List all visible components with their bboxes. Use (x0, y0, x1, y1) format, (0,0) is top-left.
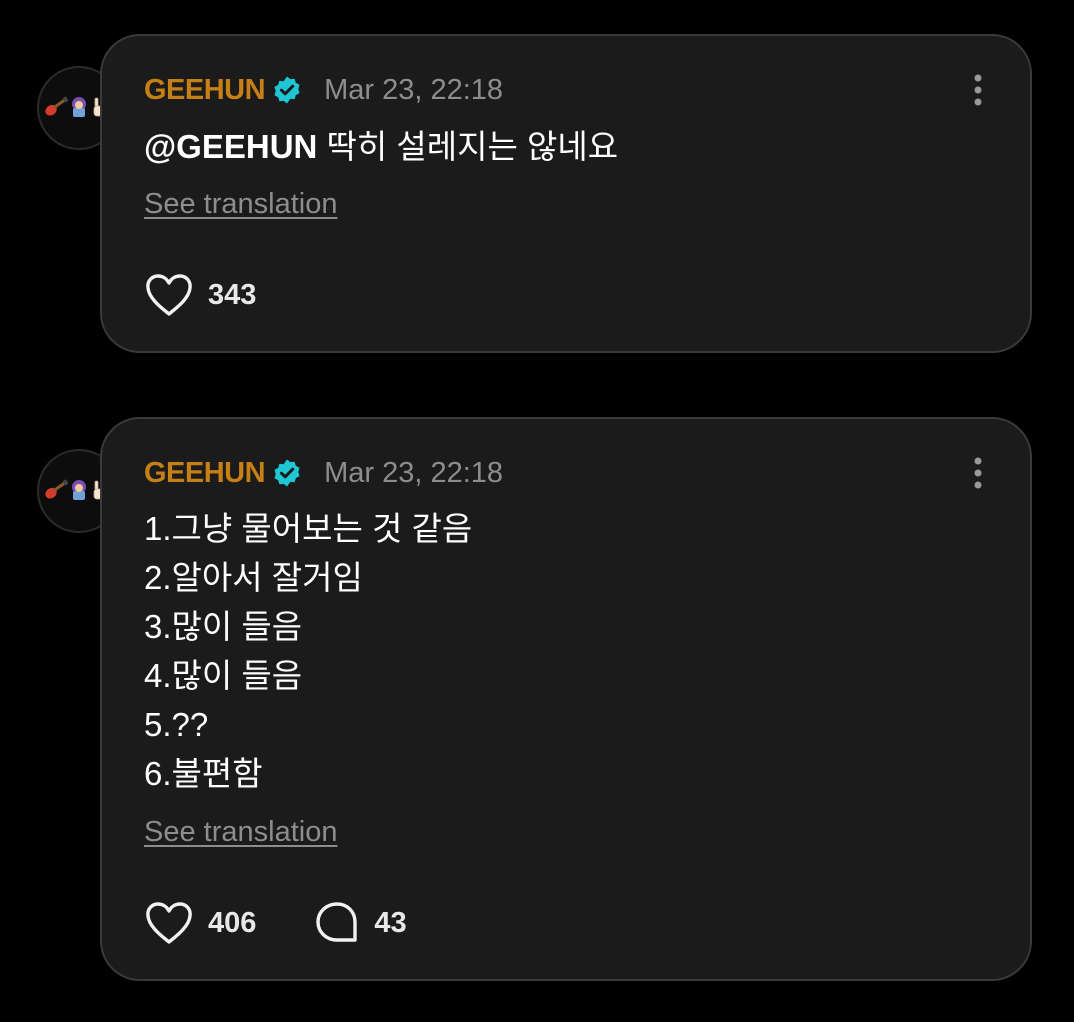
heart-outline-icon (146, 274, 192, 316)
post-header: GEEHUN Mar 23, 22:18 (144, 70, 503, 110)
post-text: @GEEHUN 딱히 설레지는 않네요 (144, 122, 618, 171)
see-translation-link[interactable]: See translation (144, 816, 337, 849)
post-card: GEEHUN Mar 23, 22:18 1.그냥 물어보는 것 같음 2.알아… (100, 417, 1032, 981)
post-line: 6.불편함 (144, 755, 263, 792)
post-line: 4.많이 들음 (144, 657, 303, 694)
like-button[interactable]: 343 (144, 272, 256, 318)
post-body: 딱히 설레지는 않네요 (317, 128, 619, 165)
like-count: 343 (208, 278, 257, 311)
post-line: 5.?? (144, 706, 209, 743)
username[interactable]: GEEHUN (144, 457, 266, 490)
comment-button[interactable]: 43 (314, 900, 407, 946)
verified-badge-icon (274, 76, 300, 104)
verified-badge-icon (274, 459, 300, 487)
post-line: 3.많이 들음 (144, 608, 303, 645)
more-vertical-icon[interactable] (964, 453, 992, 493)
comment-count: 43 (374, 906, 407, 939)
post-line: 2.알아서 잘거임 (144, 559, 363, 596)
comment-bubble-icon (316, 902, 358, 942)
post-timestamp: Mar 23, 22:18 (324, 456, 504, 489)
post-timestamp: Mar 23, 22:18 (324, 73, 504, 106)
post-header: GEEHUN Mar 23, 22:18 (144, 453, 503, 493)
post-line: 1.그냥 물어보는 것 같음 (144, 510, 473, 547)
post-card: GEEHUN Mar 23, 22:18 @GEEHUN 딱히 설레지는 않네요… (100, 34, 1032, 353)
heart-outline-icon (146, 902, 192, 944)
like-button[interactable]: 406 (144, 900, 256, 946)
more-vertical-icon[interactable] (964, 70, 992, 110)
like-count: 406 (208, 906, 257, 939)
post-actions: 343 (144, 271, 314, 319)
mention-link[interactable]: @GEEHUN (144, 128, 317, 165)
username[interactable]: GEEHUN (144, 74, 266, 107)
post-actions: 406 43 (144, 899, 465, 947)
see-translation-link[interactable]: See translation (144, 188, 337, 221)
post-text: 1.그냥 물어보는 것 같음 2.알아서 잘거임 3.많이 들음 4.많이 들음… (144, 504, 472, 798)
